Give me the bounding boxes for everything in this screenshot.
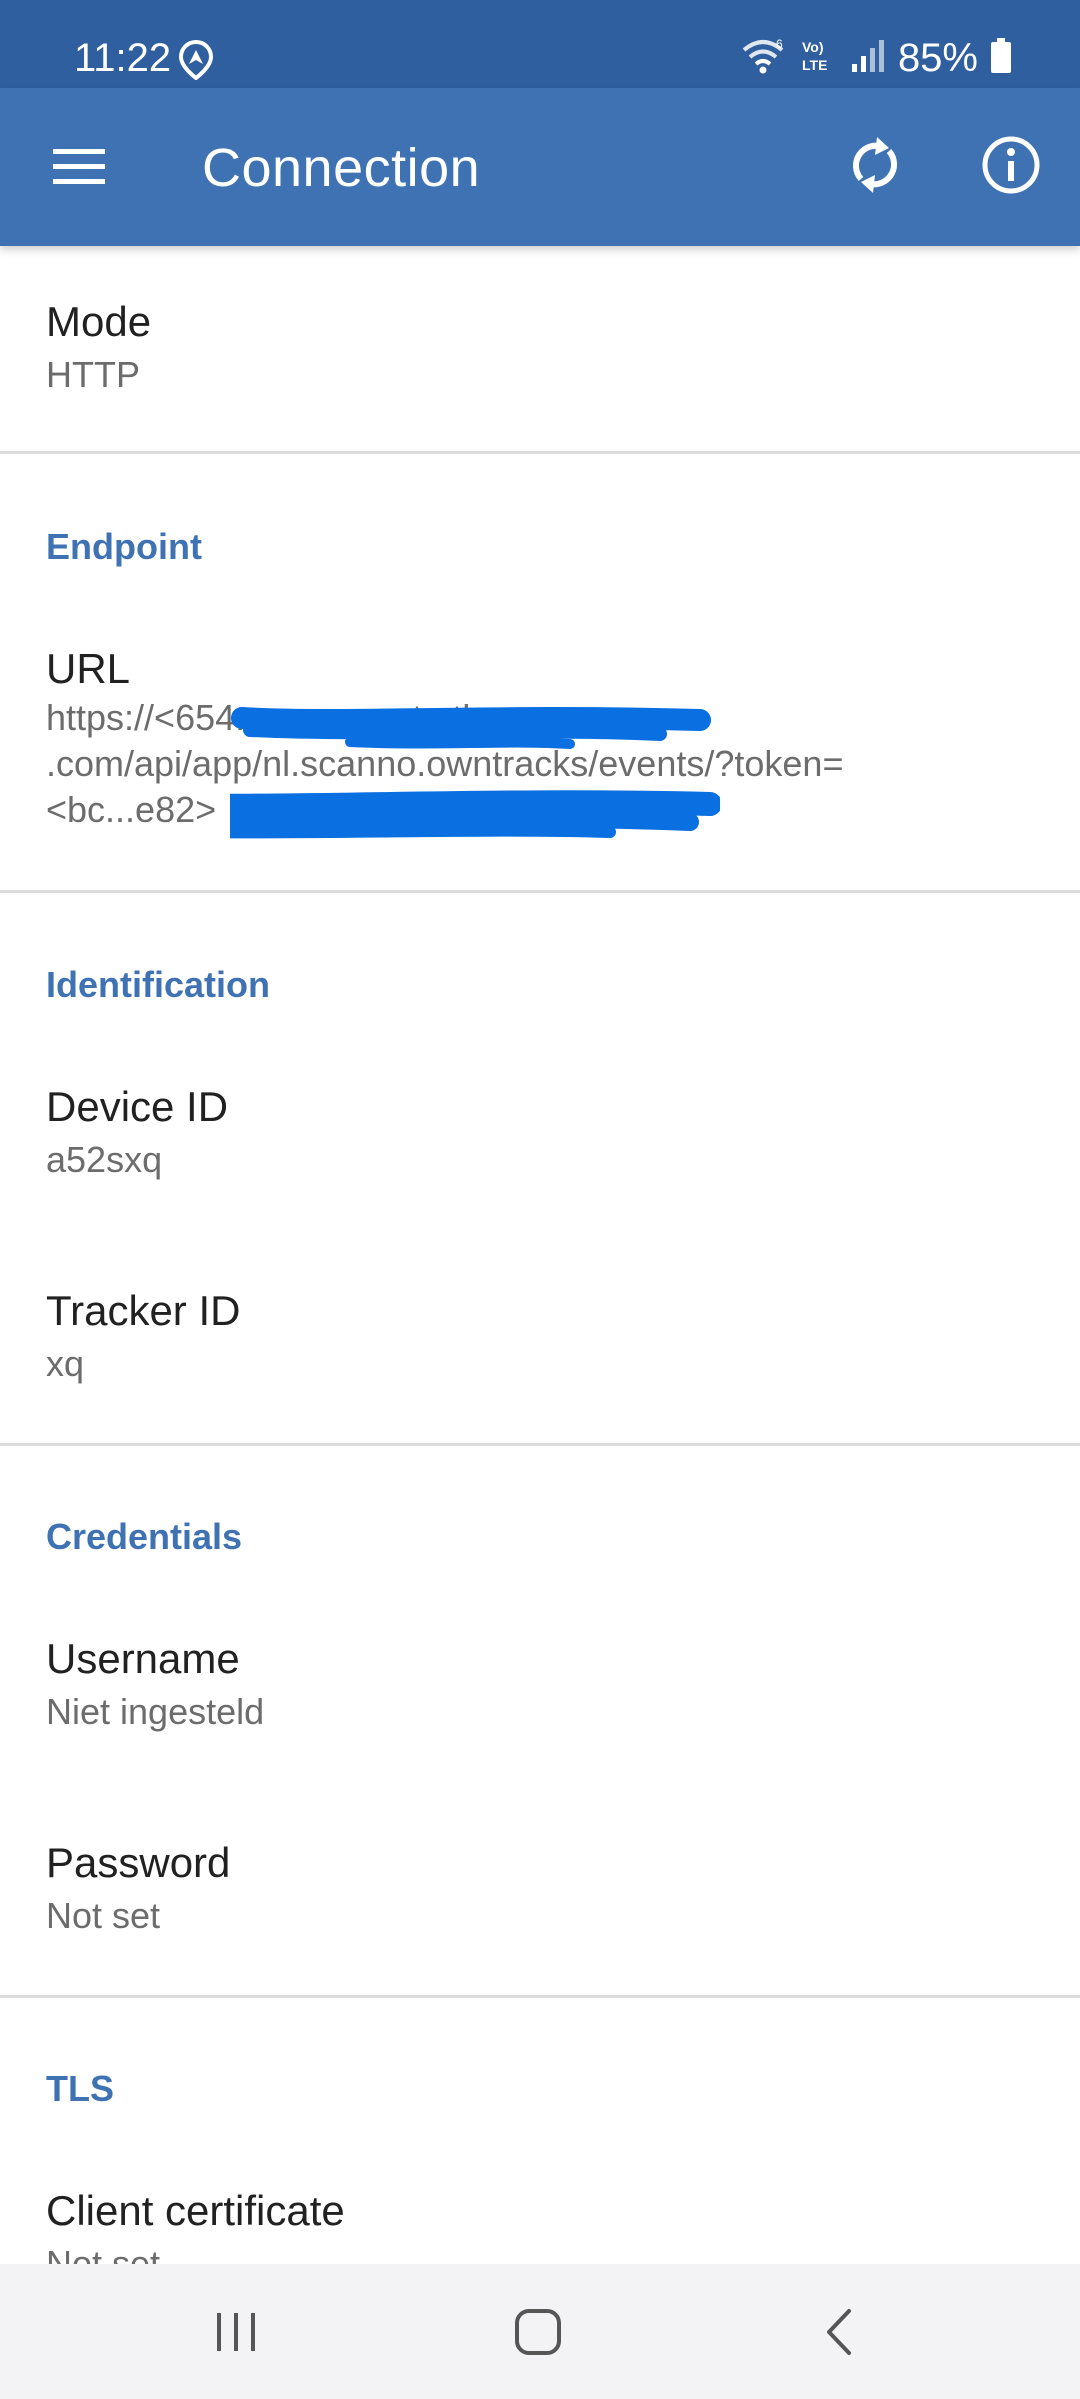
device-id-summary: a52sxq	[46, 1139, 163, 1180]
location-icon	[178, 39, 214, 81]
svg-text:6: 6	[776, 37, 783, 51]
svg-text:Vo): Vo)	[802, 39, 824, 55]
back-button[interactable]	[780, 2294, 900, 2374]
settings-list[interactable]: Mode HTTP Endpoint URL https://<654...>.…	[0, 246, 1080, 2264]
signal-icon	[850, 36, 886, 81]
username-preference[interactable]: Username Niet ingesteld	[0, 1633, 1080, 1735]
mode-summary: HTTP	[46, 354, 140, 395]
divider	[0, 890, 1080, 893]
menu-button[interactable]	[34, 134, 124, 204]
recents-icon	[211, 2307, 261, 2362]
mode-title: Mode	[46, 298, 152, 345]
status-indicators: 6 Vo) LTE 85%	[740, 34, 1012, 82]
divider	[0, 1443, 1080, 1446]
app-bar: Connection	[0, 88, 1080, 246]
password-title: Password	[46, 1839, 231, 1886]
category-endpoint: Endpoint	[46, 526, 202, 567]
info-icon	[981, 135, 1041, 200]
system-nav-bar	[0, 2264, 1080, 2399]
username-title: Username	[46, 1635, 240, 1682]
url-summary: https://<654...>.connect.athom .com/api/…	[46, 697, 844, 830]
status-time: 11:22	[74, 36, 172, 80]
category-tls: TLS	[46, 2068, 114, 2109]
menu-icon	[51, 147, 107, 192]
client-certificate-title: Client certificate	[46, 2187, 345, 2234]
status-bar: 11:22 6 Vo) LTE 85%	[0, 0, 1080, 88]
divider	[0, 451, 1080, 454]
device-id-title: Device ID	[46, 1083, 229, 1130]
home-icon	[513, 2307, 563, 2362]
device-id-preference[interactable]: Device ID a52sxq	[0, 1081, 1080, 1183]
volte-icon: Vo) LTE	[798, 36, 838, 81]
password-summary: Not set	[46, 1895, 161, 1936]
refresh-button[interactable]	[840, 132, 910, 202]
svg-text:LTE: LTE	[802, 57, 827, 73]
client-certificate-preference[interactable]: Client certificate Not set	[0, 2185, 1080, 2264]
category-credentials: Credentials	[46, 1516, 243, 1557]
back-icon	[815, 2307, 865, 2362]
recents-button[interactable]	[176, 2294, 296, 2374]
category-identification: Identification	[46, 964, 270, 1005]
client-certificate-summary: Not set	[46, 2243, 161, 2264]
battery-percent: 85%	[897, 36, 978, 80]
wifi-icon: 6	[740, 36, 786, 81]
url-title: URL	[46, 645, 131, 692]
battery-icon	[990, 37, 1012, 79]
home-button[interactable]	[478, 2294, 598, 2374]
divider	[0, 1995, 1080, 1998]
tracker-id-summary: xq	[46, 1343, 85, 1384]
username-summary: Niet ingesteld	[46, 1691, 265, 1732]
mode-preference[interactable]: Mode HTTP	[0, 296, 1080, 398]
tracker-id-preference[interactable]: Tracker ID xq	[0, 1285, 1080, 1387]
refresh-icon	[847, 135, 903, 200]
tracker-id-title: Tracker ID	[46, 1287, 241, 1334]
page-title: Connection	[202, 138, 481, 198]
info-button[interactable]	[976, 132, 1046, 202]
url-preference[interactable]: URL https://<654...>.connect.athom .com/…	[0, 643, 1080, 833]
password-preference[interactable]: Password Not set	[0, 1837, 1080, 1939]
